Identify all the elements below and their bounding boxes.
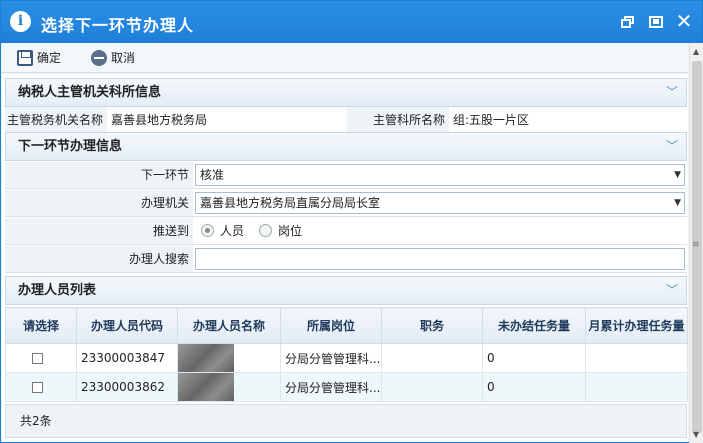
collapse-chevron-icon[interactable]: ﹀ — [666, 277, 678, 304]
save-icon — [17, 50, 33, 66]
scroll-up-icon[interactable]: ▲ — [693, 47, 699, 56]
col-duty[interactable]: 职务 — [381, 307, 483, 344]
staff-search-label: 办理人搜索 — [5, 246, 193, 272]
tax-dept-label: 主管科所名称 — [347, 107, 449, 133]
table-row[interactable]: 23300003862 分局分管管理科... 0 — [5, 372, 688, 402]
handling-org-value: 嘉善县地方税务局直属分局局长室 — [200, 196, 381, 210]
staff-pending: 0 — [482, 343, 586, 373]
section-tax-office-header[interactable]: 纳税人主管机关科所信息 ﹀ — [5, 78, 687, 107]
restore-icon[interactable] — [620, 14, 636, 30]
table-row[interactable]: 23300003847 分局分管管理科... 0 — [5, 343, 688, 373]
radio-post[interactable] — [259, 224, 272, 237]
staff-post: 分局分管管理科... — [280, 372, 382, 402]
maximize-icon[interactable] — [648, 14, 664, 30]
section-staff-list-title: 办理人员列表 — [18, 283, 97, 298]
redacted-name-image — [178, 344, 234, 372]
confirm-label: 确定 — [37, 51, 62, 65]
dialog-content: 纳税人主管机关科所信息 ﹀ 主管税务机关名称 嘉善县地方税务局 主管科所名称 组… — [2, 74, 688, 442]
staff-code: 23300003862 — [76, 372, 178, 402]
staff-monthly — [585, 372, 688, 402]
table-footer: 共2条 — [5, 404, 687, 438]
scroll-down-icon[interactable]: ▼ — [693, 430, 699, 439]
staff-name-redacted — [177, 343, 281, 373]
row-checkbox-cell — [5, 372, 77, 402]
close-icon[interactable]: ✕ — [675, 11, 693, 31]
dropdown-arrow-icon[interactable]: ▼ — [674, 165, 681, 185]
radio-person-label[interactable]: 人员 — [220, 218, 244, 244]
handling-org-select[interactable]: 嘉善县地方税务局直属分局局长室 ▼ — [195, 192, 685, 214]
cancel-button[interactable]: 取消 — [86, 47, 142, 69]
staff-duty — [381, 372, 483, 402]
table-header-row: 请选择 办理人员代码 办理人员名称 所属岗位 职务 未办结任务量 月累计办理任务… — [5, 307, 688, 344]
staff-code: 23300003847 — [76, 343, 178, 373]
col-post[interactable]: 所属岗位 — [280, 307, 382, 344]
push-to-label: 推送到 — [5, 218, 193, 244]
staff-pending: 0 — [482, 372, 586, 402]
radio-post-label[interactable]: 岗位 — [278, 218, 302, 244]
row-checkbox-cell — [5, 343, 77, 373]
staff-duty — [381, 343, 483, 373]
tax-office-row: 主管税务机关名称 嘉善县地方税务局 主管科所名称 组:五股一片区 — [5, 107, 687, 134]
collapse-chevron-icon[interactable]: ﹀ — [666, 133, 678, 160]
staff-search-row: 办理人搜索 — [5, 246, 687, 273]
tax-org-label: 主管税务机关名称 — [5, 107, 107, 133]
next-step-value: 核准 — [200, 168, 225, 182]
row-checkbox[interactable] — [32, 353, 43, 364]
title-bar: i 选择下一环节办理人 ✕ — [1, 1, 702, 43]
tax-org-value: 嘉善县地方税务局 — [107, 107, 347, 133]
row-checkbox[interactable] — [32, 382, 43, 393]
section-next-step-header[interactable]: 下一环节办理信息 ﹀ — [5, 132, 687, 161]
section-tax-office-title: 纳税人主管机关科所信息 — [18, 85, 162, 100]
next-step-select[interactable]: 核准 ▼ — [195, 164, 685, 186]
dropdown-arrow-icon[interactable]: ▼ — [674, 193, 681, 213]
minus-circle-icon — [91, 50, 107, 66]
staff-monthly — [585, 343, 688, 373]
staff-table: 请选择 办理人员代码 办理人员名称 所属岗位 职务 未办结任务量 月累计办理任务… — [5, 307, 688, 402]
dialog-window: i 选择下一环节办理人 ✕ 确定 取消 纳税人主管机关科所信息 ﹀ 主管税务机关… — [0, 0, 703, 443]
handling-org-row: 办理机关 嘉善县地方税务局直属分局局长室 ▼ — [5, 190, 687, 217]
confirm-button[interactable]: 确定 — [12, 47, 68, 69]
staff-search-input[interactable] — [195, 248, 685, 270]
info-icon: i — [10, 11, 31, 32]
vertical-scrollbar[interactable]: ▲ ≡ ▼ — [689, 43, 703, 443]
col-name[interactable]: 办理人员名称 — [177, 307, 281, 344]
collapse-chevron-icon[interactable]: ﹀ — [666, 79, 678, 106]
col-code[interactable]: 办理人员代码 — [76, 307, 178, 344]
redacted-name-image — [178, 373, 234, 401]
col-pending[interactable]: 未办结任务量 — [482, 307, 586, 344]
handling-org-label: 办理机关 — [5, 190, 193, 216]
section-staff-list-header[interactable]: 办理人员列表 ﹀ — [5, 276, 687, 305]
staff-post: 分局分管管理科... — [280, 343, 382, 373]
radio-person[interactable] — [201, 224, 214, 237]
section-next-step-title: 下一环节办理信息 — [18, 139, 123, 154]
push-to-row: 推送到 人员 岗位 — [5, 218, 687, 245]
col-monthly[interactable]: 月累计办理任务量 — [585, 307, 688, 344]
next-step-row: 下一环节 核准 ▼ — [5, 162, 687, 189]
scroll-grip-icon: ≡ — [692, 240, 700, 250]
next-step-label: 下一环节 — [5, 162, 193, 188]
staff-name-redacted — [177, 372, 281, 402]
total-count: 共2条 — [20, 414, 52, 428]
dialog-title: 选择下一环节办理人 — [41, 16, 195, 35]
tax-dept-value: 组:五股一片区 — [449, 107, 685, 133]
toolbar: 确定 取消 — [2, 43, 688, 73]
col-select[interactable]: 请选择 — [5, 307, 77, 344]
cancel-label: 取消 — [111, 51, 136, 65]
